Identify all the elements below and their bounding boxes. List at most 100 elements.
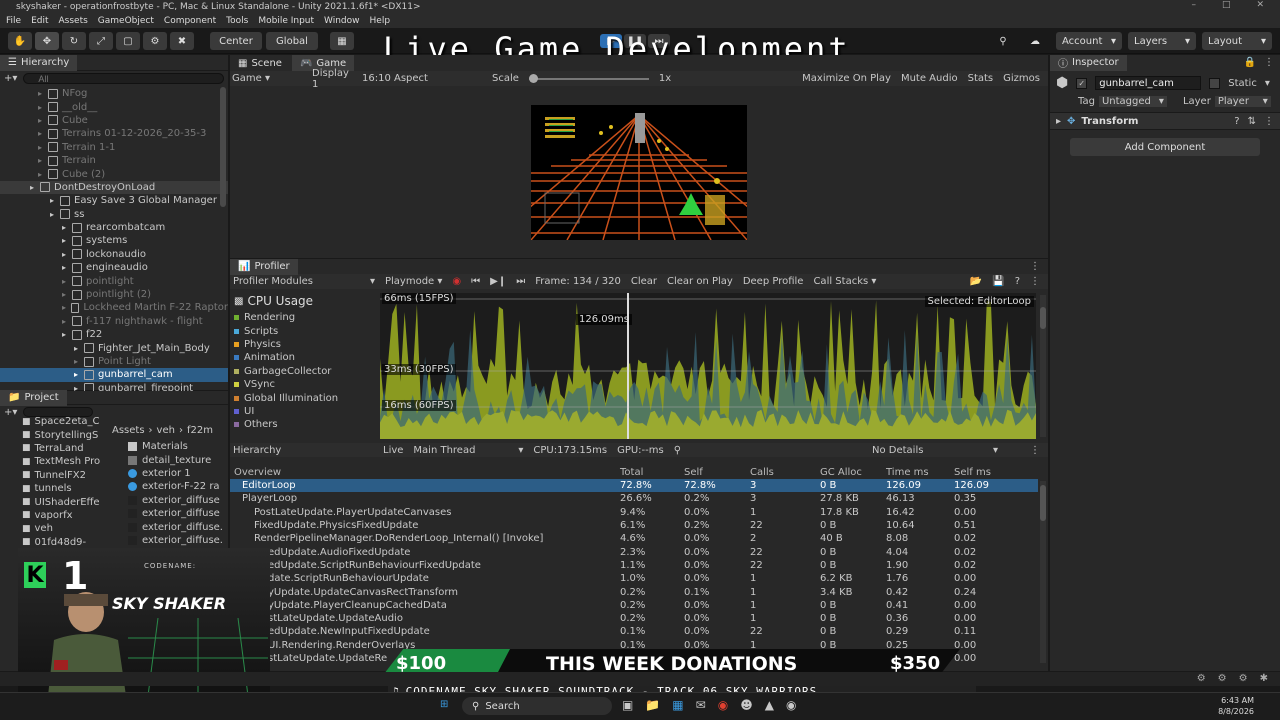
expand-arrow-icon[interactable]: ▸ bbox=[62, 317, 72, 326]
clear-button[interactable]: Clear bbox=[631, 276, 657, 287]
table-row[interactable]: PostLateUpdate.PlayerUpdateCanvases 9.4% 0… bbox=[230, 506, 1038, 519]
object-name-field[interactable]: gunbarrel_cam bbox=[1095, 76, 1202, 90]
details-menu-icon[interactable]: ⋮ bbox=[1030, 445, 1048, 456]
task-view-icon[interactable]: ▣ bbox=[622, 698, 633, 712]
hierarchy-row[interactable]: ▸ pointlight (2) bbox=[0, 288, 228, 301]
column-header[interactable]: Self ms bbox=[950, 465, 1038, 479]
project-folder[interactable]: ■ TerraLand bbox=[0, 442, 108, 455]
profiler-modules-dropdown[interactable]: Profiler Modules ▾ bbox=[233, 276, 375, 287]
mute-audio-toggle[interactable]: Mute Audio bbox=[901, 73, 958, 84]
project-folder[interactable]: ■ tunnels bbox=[0, 482, 108, 495]
menu-item-edit[interactable]: Edit bbox=[31, 16, 48, 26]
record-icon[interactable]: ◉ bbox=[452, 276, 461, 287]
legend-item[interactable]: Rendering bbox=[234, 311, 380, 324]
project-asset[interactable]: exterior_diffuse. bbox=[128, 534, 226, 547]
transform-component-header[interactable]: ▸ ✥ Transform ? ⇅ ⋮ bbox=[1050, 112, 1280, 130]
expand-arrow-icon[interactable]: ▸ bbox=[62, 223, 72, 232]
add-component-button[interactable]: Add Component bbox=[1070, 138, 1260, 156]
expand-arrow-icon[interactable]: ▸ bbox=[62, 250, 72, 259]
project-asset[interactable]: exterior_diffuse bbox=[128, 494, 226, 507]
close-icon[interactable]: ✕ bbox=[1256, 0, 1264, 10]
first-frame-icon[interactable]: ⏮ bbox=[471, 276, 480, 287]
column-header[interactable]: Calls bbox=[746, 465, 816, 479]
expand-arrow-icon[interactable]: ▸ bbox=[74, 370, 84, 379]
rotate-tool-icon[interactable]: ↻ bbox=[62, 32, 86, 50]
graph-scrollbar[interactable] bbox=[1040, 295, 1046, 437]
hierarchy-row[interactable]: ▸ gunbarrel_cam bbox=[0, 368, 228, 382]
project-folder[interactable]: ■ TunnelFX2 bbox=[0, 469, 108, 482]
layer-dropdown[interactable]: Player ▾ bbox=[1214, 95, 1271, 107]
menu-item-tools[interactable]: Tools bbox=[226, 16, 248, 26]
tab-inspector[interactable]: ⓘ Inspector bbox=[1050, 54, 1127, 71]
table-row[interactable]: edUpdate.ScriptRunBehaviourFixedUpdate 1.… bbox=[230, 559, 1038, 572]
explorer-icon[interactable]: 📁 bbox=[645, 698, 660, 712]
static-dropdown-icon[interactable]: ▾ bbox=[1265, 78, 1270, 89]
legend-item[interactable]: Animation bbox=[234, 351, 380, 364]
maximize-icon[interactable]: □ bbox=[1222, 0, 1231, 10]
menu-item-assets[interactable]: Assets bbox=[59, 16, 88, 26]
tab-scene[interactable]: ▦ Scene bbox=[230, 55, 290, 71]
save-icon[interactable]: 💾 bbox=[992, 276, 1004, 287]
view-mode-dropdown[interactable]: Hierarchy bbox=[233, 445, 373, 456]
table-row[interactable]: RenderPipelineManager.DoRenderLoop_Inter… bbox=[230, 532, 1038, 545]
legend-item[interactable]: Others bbox=[234, 418, 380, 431]
legend-item[interactable]: Global Illumination bbox=[234, 391, 380, 404]
table-row[interactable]: PlayerLoop 26.6% 0.2% 3 27.8 KB 46.13 0.35 bbox=[230, 492, 1038, 505]
search-icon[interactable]: ⚲ bbox=[992, 32, 1014, 50]
column-header[interactable]: Total bbox=[616, 465, 680, 479]
hierarchy-row[interactable]: ▸ Cube bbox=[0, 114, 228, 127]
hierarchy-row[interactable]: ▸ rearcombatcam bbox=[0, 221, 228, 234]
breadcrumb-f22m[interactable]: f22m bbox=[187, 425, 213, 436]
preset-icon[interactable]: ⇅ bbox=[1248, 116, 1256, 127]
project-asset[interactable]: exterior-F-22 ra bbox=[128, 480, 226, 493]
table-row[interactable]: edUpdate.AudioFixedUpdate 2.3% 0.0% 22 0 B 4.… bbox=[230, 545, 1038, 558]
aspect-dropdown[interactable]: 16:10 Aspect bbox=[362, 73, 482, 84]
space-global-button[interactable]: Global bbox=[266, 32, 318, 50]
expand-arrow-icon[interactable]: ▸ bbox=[62, 236, 72, 245]
menu-item-help[interactable]: Help bbox=[370, 16, 391, 26]
next-frame-icon[interactable]: ▶❙ bbox=[490, 276, 506, 287]
hierarchy-search-input[interactable] bbox=[23, 73, 224, 84]
taskbar-clock[interactable]: 6:43 AM 8/8/2026 bbox=[1218, 695, 1254, 717]
project-asset[interactable]: Materials bbox=[128, 440, 226, 453]
hierarchy-row[interactable]: ▸ systems bbox=[0, 234, 228, 247]
legend-item[interactable]: Scripts bbox=[234, 324, 380, 337]
table-row[interactable]: stLateUpdate.UpdateAudio 0.2% 0.0% 1 0 B 0.36… bbox=[230, 612, 1038, 625]
tab-hierarchy[interactable]: ☰ Hierarchy bbox=[0, 54, 78, 71]
breadcrumb-assets[interactable]: Assets bbox=[112, 425, 145, 436]
hierarchy-row[interactable]: ▸ DontDestroyOnLoad bbox=[0, 180, 228, 195]
playmode-dropdown[interactable]: Playmode ▾ bbox=[385, 276, 442, 287]
search-icon[interactable]: ⚲ bbox=[674, 445, 681, 456]
expand-arrow-icon[interactable]: ▸ bbox=[62, 303, 71, 312]
expand-arrow-icon[interactable]: ▸ bbox=[38, 156, 48, 165]
obs-icon[interactable]: ◉ bbox=[786, 698, 796, 712]
panel-menu-icon[interactable]: ⋮ bbox=[1264, 57, 1274, 68]
cpu-module[interactable]: ▩ CPU Usage Rendering Scripts Physics Animat… bbox=[230, 293, 380, 439]
tag-dropdown[interactable]: Untagged ▾ bbox=[1098, 95, 1167, 107]
panel-menu-icon[interactable]: ⋮ bbox=[1030, 261, 1048, 272]
last-frame-icon[interactable]: ⏭ bbox=[516, 276, 525, 287]
hierarchy-row[interactable]: ▸ Lockheed Martin F-22 Raptor bbox=[0, 301, 228, 314]
column-header[interactable]: Overview bbox=[230, 465, 616, 479]
hierarchy-row[interactable]: ▸ lockonaudio bbox=[0, 248, 228, 261]
help-icon[interactable]: ? bbox=[1234, 116, 1239, 127]
column-header[interactable]: Time ms bbox=[882, 465, 950, 479]
layers-dropdown[interactable]: Layers ▾ bbox=[1128, 32, 1196, 50]
hierarchy-row[interactable]: ▸ Terrain 1-1 bbox=[0, 141, 228, 154]
expand-arrow-icon[interactable]: ▸ bbox=[50, 196, 60, 205]
rect-tool-icon[interactable]: ▢ bbox=[116, 32, 140, 50]
expand-arrow-icon[interactable]: ▸ bbox=[38, 170, 48, 179]
table-row[interactable]: EditorLoop 72.8% 72.8% 3 0 B 126.09 126.09 bbox=[230, 479, 1038, 493]
add-icon[interactable]: +▾ bbox=[4, 73, 17, 84]
move-tool-icon[interactable]: ✥ bbox=[35, 32, 59, 50]
browser-icon[interactable]: ◉ bbox=[718, 698, 728, 712]
discord-icon[interactable]: ☻ bbox=[740, 698, 753, 712]
project-folder[interactable]: ■ StorytellingS bbox=[0, 428, 108, 441]
minimize-icon[interactable]: – bbox=[1191, 0, 1196, 10]
expand-arrow-icon[interactable]: ▸ bbox=[30, 183, 40, 192]
layout-dropdown[interactable]: Layout ▾ bbox=[1202, 32, 1272, 50]
cpu-graph[interactable]: 66ms (15FPS) 33ms (30FPS) 16ms (60FPS) S… bbox=[380, 293, 1036, 439]
breadcrumb-veh[interactable]: veh bbox=[157, 425, 175, 436]
settings-menu-icon[interactable]: ⋮ bbox=[1030, 276, 1048, 287]
project-folder[interactable]: ■ 01fd48d9- bbox=[0, 536, 108, 549]
